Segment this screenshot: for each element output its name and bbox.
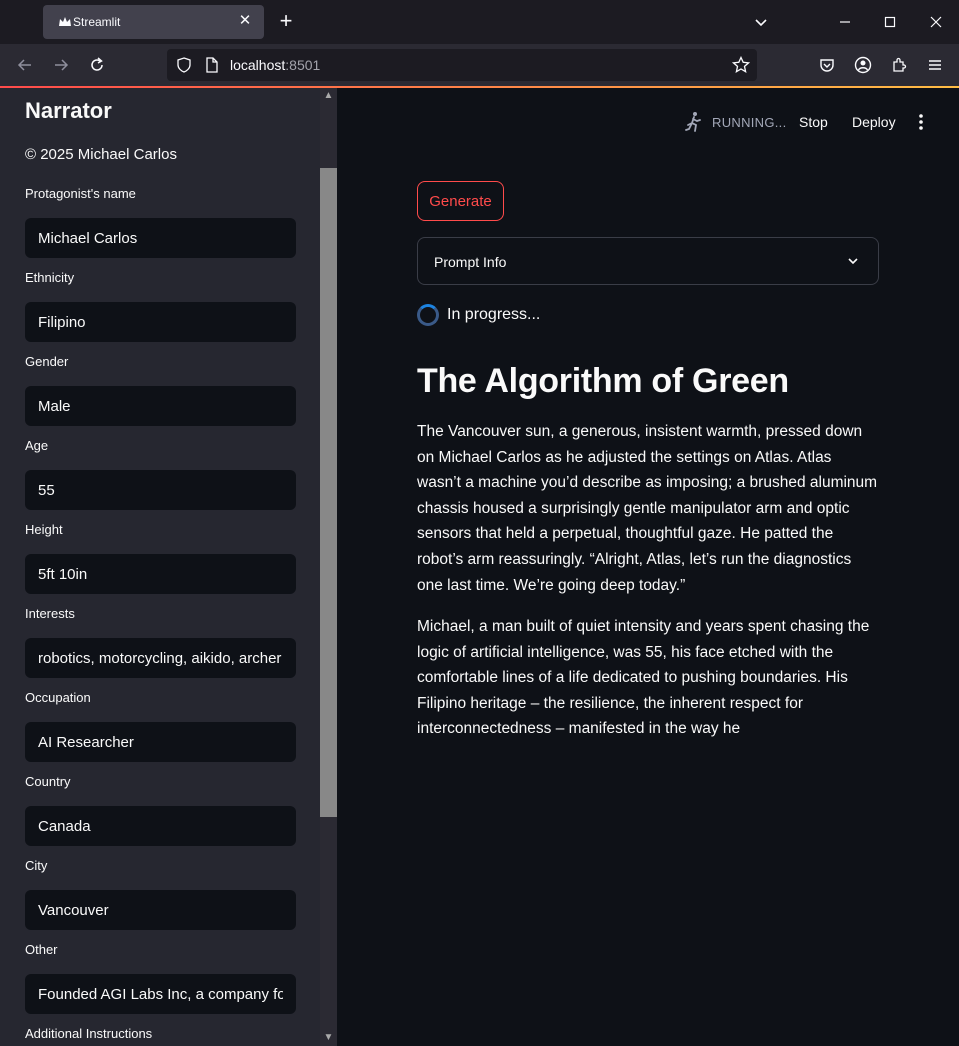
field-occupation: Occupation <box>25 690 296 762</box>
field-label: Protagonist's name <box>25 186 136 201</box>
story-paragraph: Michael, a man built of quiet intensity … <box>417 618 870 738</box>
field-label: Interests <box>25 606 75 621</box>
extensions-icon[interactable] <box>887 53 911 77</box>
field-age: Age <box>25 438 296 510</box>
field-label: Gender <box>25 354 69 369</box>
prompt-info-expander[interactable]: Prompt Info <box>417 237 879 285</box>
url-bar[interactable]: localhost:8501 <box>167 49 757 81</box>
bookmark-star-icon[interactable] <box>732 56 750 74</box>
more-options-icon[interactable] <box>915 112 927 132</box>
hamburger-menu-icon[interactable] <box>923 53 947 77</box>
sidebar-scrollbar-thumb[interactable] <box>320 168 337 817</box>
other-input[interactable] <box>25 974 296 1014</box>
gender-input[interactable] <box>25 386 296 426</box>
country-input[interactable] <box>25 806 296 846</box>
ethnicity-input[interactable] <box>25 302 296 342</box>
chevron-down-icon <box>848 258 858 265</box>
field-label: Ethnicity <box>25 270 75 285</box>
main-content: RUNNING... Stop Deploy Generate Prompt I… <box>337 88 959 1046</box>
running-man-icon <box>685 112 701 132</box>
close-window-icon[interactable] <box>921 10 951 34</box>
running-text: RUNNING... <box>712 114 787 130</box>
account-icon[interactable] <box>851 53 875 77</box>
progress-indicator: In progress... <box>417 304 540 326</box>
minimize-icon[interactable] <box>830 10 860 34</box>
forward-icon[interactable] <box>49 53 73 77</box>
field-label: Height <box>25 522 63 537</box>
sidebar-title: Narrator <box>25 98 112 123</box>
age-input[interactable] <box>25 470 296 510</box>
expander-label: Prompt Info <box>434 254 507 270</box>
maximize-icon[interactable] <box>875 10 905 34</box>
city-input[interactable] <box>25 890 296 930</box>
field-interests: Interests <box>25 606 296 678</box>
field-label: Occupation <box>25 690 91 705</box>
field-additional-instructions: Additional Instructions <box>25 1026 296 1046</box>
reload-icon[interactable] <box>85 53 109 77</box>
browser-nav-bar: localhost:8501 <box>0 44 959 86</box>
height-input[interactable] <box>25 554 296 594</box>
field-label: Age <box>25 438 49 453</box>
story-paragraph: The Vancouver sun, a generous, insistent… <box>417 423 878 594</box>
browser-tab-bar: Streamlit ✕ + <box>0 0 959 44</box>
stop-button[interactable]: Stop <box>799 114 828 130</box>
spinner-icon <box>417 304 439 326</box>
protagonist-name-input[interactable] <box>25 218 296 258</box>
shield-icon[interactable] <box>176 57 192 73</box>
field-label: Additional Instructions <box>25 1026 153 1041</box>
field-height: Height <box>25 522 296 594</box>
deploy-button[interactable]: Deploy <box>852 114 896 130</box>
occupation-input[interactable] <box>25 722 296 762</box>
sidebar: Narrator © 2025 Michael Carlos Protagoni… <box>0 88 337 1046</box>
tab-list-icon[interactable] <box>746 10 776 34</box>
field-ethnicity: Ethnicity <box>25 270 296 342</box>
field-label: Country <box>25 774 71 789</box>
running-status: RUNNING... <box>682 111 787 133</box>
field-protagonist-name: Protagonist's name <box>25 186 296 258</box>
field-label: Other <box>25 942 58 957</box>
streamlit-crown-icon <box>59 17 71 26</box>
tab-title: Streamlit <box>73 15 121 29</box>
copyright-text: © 2025 Michael Carlos <box>25 146 177 163</box>
field-country: Country <box>25 774 296 846</box>
tab-close-icon[interactable]: ✕ <box>236 12 254 30</box>
browser-tab[interactable]: Streamlit ✕ <box>43 5 264 39</box>
back-icon[interactable] <box>13 53 37 77</box>
page-icon <box>206 57 218 73</box>
new-tab-icon[interactable]: + <box>276 10 296 34</box>
field-other: Other <box>25 942 296 1014</box>
field-label: City <box>25 858 48 873</box>
pocket-icon[interactable] <box>815 53 839 77</box>
field-gender: Gender <box>25 354 296 426</box>
scroll-up-icon[interactable]: ▲ <box>320 88 337 104</box>
interests-input[interactable] <box>25 638 296 678</box>
story-title: The Algorithm of Green <box>417 362 789 400</box>
progress-text: In progress... <box>447 306 541 323</box>
url-text[interactable]: localhost:8501 <box>230 57 320 73</box>
generate-button[interactable]: Generate <box>417 181 504 221</box>
scroll-down-icon[interactable]: ▼ <box>320 1030 337 1046</box>
field-city: City <box>25 858 296 930</box>
